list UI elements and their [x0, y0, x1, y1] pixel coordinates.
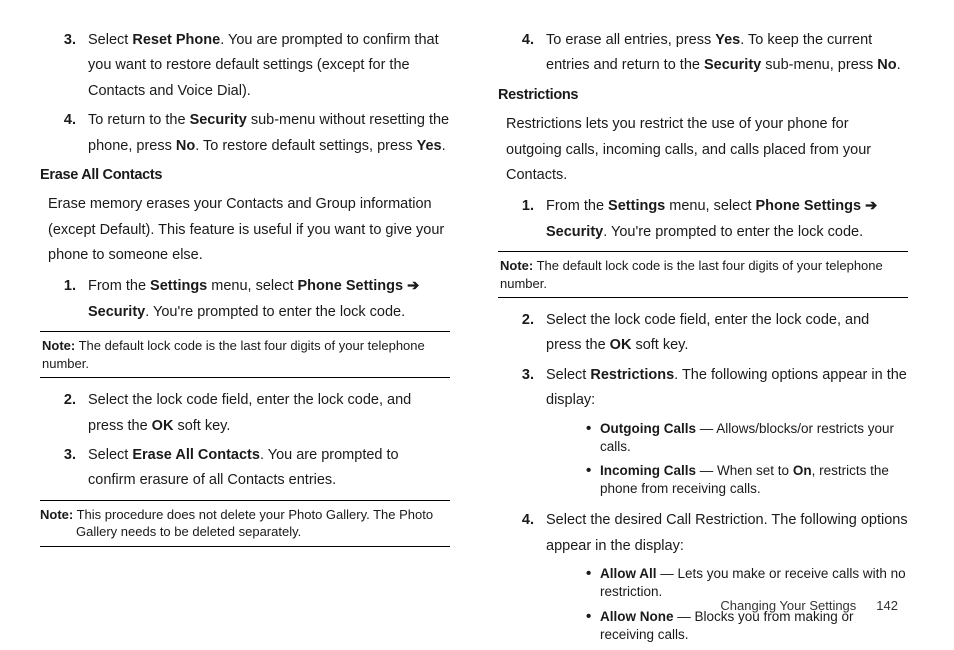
- step-number: 1.: [498, 194, 546, 245]
- bullet-item: Incoming Calls — When set to On, restric…: [586, 462, 908, 498]
- step-number: 3.: [40, 28, 88, 104]
- list-item: 2. Select the lock code field, enter the…: [40, 388, 450, 439]
- list-item: 3. Select Reset Phone. You are prompted …: [40, 28, 450, 104]
- bullet-item: Allow None — Blocks you from making or r…: [586, 608, 908, 644]
- step-body: To erase all entries, press Yes. To keep…: [546, 28, 908, 79]
- arrow-icon: ➔: [407, 278, 419, 294]
- step-number: 2.: [498, 308, 546, 359]
- ordered-list: 3. Select Reset Phone. You are prompted …: [40, 28, 450, 159]
- note-label: Note:: [42, 338, 75, 353]
- list-item: 4. To return to the Security sub-menu wi…: [40, 108, 450, 159]
- ordered-list: 2. Select the lock code field, enter the…: [498, 308, 908, 650]
- step-body: Select Erase All Contacts. You are promp…: [88, 443, 450, 494]
- step-body: Select the lock code field, enter the lo…: [88, 388, 450, 439]
- note-body: This procedure does not delete your Phot…: [73, 507, 433, 540]
- bullet-item: Allow All — Lets you make or receive cal…: [586, 565, 908, 601]
- step-body: Select the lock code field, enter the lo…: [546, 308, 908, 359]
- step-number: 4.: [40, 108, 88, 159]
- list-item: 4. To erase all entries, press Yes. To k…: [498, 28, 908, 79]
- list-item: 1. From the Settings menu, select Phone …: [40, 274, 450, 325]
- note-block: Note: The default lock code is the last …: [40, 331, 450, 378]
- step-number: 4.: [498, 508, 546, 650]
- page-body: 3. Select Reset Phone. You are prompted …: [0, 0, 954, 590]
- ordered-list: 1. From the Settings menu, select Phone …: [498, 194, 908, 245]
- heading-erase-all-contacts: Erase All Contacts: [40, 163, 450, 188]
- step-body: Select Reset Phone. You are prompted to …: [88, 28, 450, 104]
- list-item: 4. Select the desired Call Restriction. …: [498, 508, 908, 650]
- note-body: The default lock code is the last four d…: [500, 258, 883, 291]
- list-item: 3. Select Restrictions. The following op…: [498, 363, 908, 505]
- step-body: Select the desired Call Restriction. The…: [546, 508, 908, 650]
- step-number: 3.: [498, 363, 546, 505]
- note-label: Note:: [40, 507, 73, 522]
- note-block: Note: This procedure does not delete you…: [40, 500, 450, 547]
- step-body: To return to the Security sub-menu witho…: [88, 108, 450, 159]
- ordered-list: 4. To erase all entries, press Yes. To k…: [498, 28, 908, 79]
- step-number: 2.: [40, 388, 88, 439]
- list-item: 3. Select Erase All Contacts. You are pr…: [40, 443, 450, 494]
- list-item: 1. From the Settings menu, select Phone …: [498, 194, 908, 245]
- right-column: 4. To erase all entries, press Yes. To k…: [498, 28, 908, 590]
- ordered-list: 2. Select the lock code field, enter the…: [40, 388, 450, 494]
- left-column: 3. Select Reset Phone. You are prompted …: [40, 28, 450, 590]
- step-body: From the Settings menu, select Phone Set…: [546, 194, 908, 245]
- paragraph: Erase memory erases your Contacts and Gr…: [48, 192, 450, 268]
- arrow-icon: ➔: [865, 198, 877, 214]
- step-body: Select Restrictions. The following optio…: [546, 363, 908, 505]
- list-item: 2. Select the lock code field, enter the…: [498, 308, 908, 359]
- ordered-list: 1. From the Settings menu, select Phone …: [40, 274, 450, 325]
- heading-restrictions: Restrictions: [498, 83, 908, 108]
- bullet-item: Outgoing Calls — Allows/blocks/or restri…: [586, 420, 908, 456]
- paragraph: Restrictions lets you restrict the use o…: [506, 112, 908, 188]
- step-number: 4.: [498, 28, 546, 79]
- bullet-list: Outgoing Calls — Allows/blocks/or restri…: [586, 420, 908, 499]
- note-body: The default lock code is the last four d…: [42, 338, 425, 371]
- step-number: 3.: [40, 443, 88, 494]
- step-body: From the Settings menu, select Phone Set…: [88, 274, 450, 325]
- note-block: Note: The default lock code is the last …: [498, 251, 908, 298]
- note-label: Note:: [500, 258, 533, 273]
- step-number: 1.: [40, 274, 88, 325]
